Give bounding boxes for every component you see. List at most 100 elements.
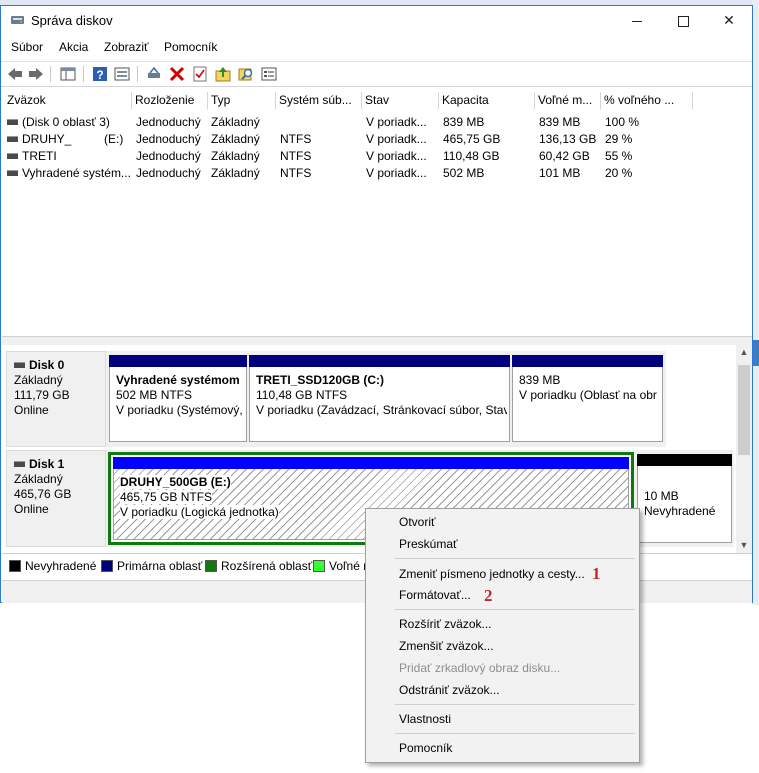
properties-icon[interactable]	[113, 65, 131, 83]
disk-0-label[interactable]: Disk 0 Základný 111,79 GB Online	[6, 351, 106, 447]
forward-arrow-icon[interactable]	[27, 65, 45, 83]
disk-status: Online	[14, 502, 49, 516]
menu-item-extend-volume[interactable]: Rozšíriť zväzok...	[399, 617, 492, 631]
volume-type: Základný	[211, 166, 260, 180]
annotation-number: 1	[592, 564, 601, 583]
disk-1-label[interactable]: Disk 1 Základný 465,76 GB Online	[6, 450, 106, 547]
disk-icon	[14, 460, 25, 467]
volume-free-space: 136,13 GB	[539, 132, 597, 146]
table-row[interactable]: (Disk 0 oblasť 3) Jednoduchý Základný V …	[4, 114, 751, 131]
menu-file[interactable]: Súbor	[11, 40, 43, 54]
partition-treti-c[interactable]: TRETI_SSD120GB (C:) 110,48 GB NTFS V poria…	[249, 355, 510, 442]
menu-item-shrink-volume[interactable]: Zmenšiť zväzok...	[399, 639, 494, 653]
disk-size: 465,76 GB	[14, 487, 72, 501]
disk-icon	[14, 361, 25, 368]
legend-label: Rozšírená oblasť	[221, 559, 313, 573]
disk-type: Základný	[14, 472, 63, 486]
partition-recovery[interactable]: 839 MB V poriadku (Oblasť na obr	[512, 355, 663, 442]
minimize-icon	[632, 20, 642, 22]
menu-item-format[interactable]: Formátovať...	[399, 588, 471, 602]
volume-status: V poriadk...	[366, 149, 427, 163]
legend-item-primary: Primárna oblasť	[101, 559, 202, 573]
column-header-layout[interactable]: Rozloženie	[132, 92, 208, 109]
menu-item-explore[interactable]: Preskúmať	[399, 537, 458, 551]
table-row[interactable]: DRUHY_ (E:) Jednoduchý Základný NTFS V po…	[4, 131, 751, 148]
partition-size: 839 MB	[519, 373, 561, 387]
checklist-icon[interactable]	[191, 65, 209, 83]
volume-type: Základný	[211, 132, 260, 146]
scroll-down-icon[interactable]: ▼	[739, 540, 749, 550]
close-button[interactable]: ✕	[706, 6, 752, 36]
menu-item-help[interactable]: Pomocník	[399, 741, 452, 755]
toolbar-separator	[137, 66, 138, 82]
disk-name: Disk 1	[29, 457, 65, 471]
drive-icon	[7, 152, 18, 159]
column-header-volume[interactable]: Zväzok	[4, 92, 132, 109]
maximize-button[interactable]	[660, 6, 706, 36]
disk-pane-scrollbar[interactable]: ▲ ▼	[736, 345, 752, 553]
partition-system-reserved[interactable]: Vyhradené systémom 502 MB NTFS V poriadku …	[109, 355, 247, 442]
drive-icon	[7, 135, 18, 142]
toolbar: ?	[1, 61, 752, 87]
volume-percent-free: 29 %	[605, 132, 633, 146]
column-header-type[interactable]: Typ	[208, 92, 276, 109]
column-header-free-space[interactable]: Voľné m...	[535, 92, 601, 109]
disk-status: Online	[14, 403, 49, 417]
column-header-capacity[interactable]: Kapacita	[439, 92, 535, 109]
menu-item-change-drive-letter[interactable]: Zmeniť písmeno jednotky a cesty...	[399, 567, 585, 581]
search-icon[interactable]	[237, 65, 255, 83]
volume-drive-letter: (E:)	[104, 132, 124, 146]
background-window-edge	[752, 340, 759, 366]
volume-percent-free: 20 %	[605, 166, 633, 180]
partition-status: V poriadku (Logická jednotka)	[120, 505, 279, 519]
menu-item-open[interactable]: Otvoriť	[399, 515, 436, 529]
partition-size: 502 MB NTFS	[116, 388, 193, 402]
scroll-up-icon[interactable]: ▲	[739, 347, 749, 357]
legend-swatch	[313, 559, 325, 572]
legend-label: Primárna oblasť	[117, 559, 203, 573]
volume-layout: Jednoduchý	[136, 149, 201, 163]
disk-management-app-icon	[11, 16, 24, 24]
volume-context-menu: Otvoriť Preskúmať Zmeniť písmeno jednotk…	[365, 508, 640, 763]
table-row[interactable]: Vyhradené systém... Jednoduchý Základný …	[4, 165, 751, 182]
menu-action[interactable]: Akcia	[59, 40, 88, 54]
menu-item-add-mirror: Pridať zrkadlový obraz disku...	[399, 661, 561, 675]
back-arrow-icon[interactable]	[6, 65, 24, 83]
drive-icon	[7, 169, 18, 176]
settings-panel-icon[interactable]	[260, 65, 278, 83]
volume-capacity: 839 MB	[443, 115, 485, 129]
minimize-button[interactable]	[614, 6, 660, 36]
partition-bar	[249, 355, 510, 367]
delete-icon[interactable]	[168, 65, 186, 83]
column-header-filesystem[interactable]: Systém súb...	[276, 92, 362, 109]
volume-filesystem: NTFS	[280, 166, 312, 180]
volume-free-space: 101 MB	[539, 166, 581, 180]
menu-item-properties[interactable]: Vlastnosti	[399, 712, 451, 726]
import-icon[interactable]	[214, 65, 232, 83]
scroll-thumb[interactable]	[738, 365, 750, 455]
menu-item-delete-volume[interactable]: Odstrániť zväzok...	[399, 683, 500, 697]
table-row[interactable]: TRETI Jednoduchý Základný NTFS V poriadk…	[4, 148, 751, 165]
annotation-number: 2	[484, 586, 493, 605]
column-header-status[interactable]: Stav	[362, 92, 439, 109]
toolbar-separator	[83, 66, 84, 82]
volume-list-header: Zväzok Rozloženie Typ Systém súb... Stav…	[4, 92, 751, 109]
partition-status: V poriadku (Zavádzací, Stránkovací súbor…	[256, 403, 507, 417]
console-tree-icon[interactable]	[59, 65, 77, 83]
connect-drive-icon[interactable]	[145, 65, 163, 83]
disk-0-partitions: Vyhradené systémom 502 MB NTFS V poriadku …	[106, 351, 666, 447]
help-icon[interactable]: ?	[91, 65, 109, 83]
column-header-percent-free[interactable]: % voľného ...	[601, 92, 693, 109]
window-title: Správa diskov	[31, 13, 113, 28]
menu-help[interactable]: Pomocník	[164, 40, 217, 54]
maximize-icon	[677, 15, 689, 27]
volume-type: Základný	[211, 149, 260, 163]
svg-text:?: ?	[96, 68, 103, 82]
partition-bar	[512, 355, 663, 367]
partition-unallocated[interactable]: 10 MB Nevyhradené	[637, 454, 732, 543]
menu-view[interactable]: Zobraziť	[104, 40, 149, 54]
volume-status: V poriadk...	[366, 132, 427, 146]
partition-status: Nevyhradené	[644, 504, 716, 518]
close-icon: ✕	[723, 12, 735, 28]
partition-bar	[637, 454, 732, 466]
